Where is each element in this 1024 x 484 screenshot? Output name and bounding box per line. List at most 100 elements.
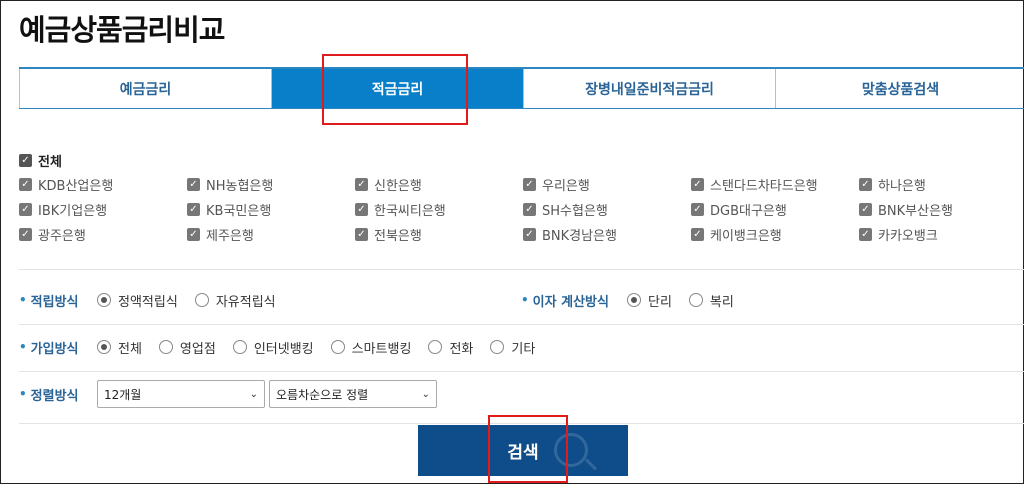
bank-checkbox[interactable]: ✓ BNK경남은행: [523, 224, 691, 244]
bank-checkbox[interactable]: ✓ DGB대구은행: [691, 199, 859, 219]
radio-icon: [232, 340, 247, 354]
radio-icon: [194, 293, 209, 307]
highlight-box-tab: [322, 54, 468, 125]
bank-checkbox[interactable]: ✓ 하나은행: [859, 174, 1024, 194]
bullet-icon: •: [521, 293, 529, 307]
bank-checkbox[interactable]: ✓ 스탠다드차타드은행: [691, 174, 859, 194]
radio-simple-interest[interactable]: 단리: [627, 291, 672, 310]
checkbox-icon: ✓: [859, 227, 872, 241]
bank-label: 전북은행: [374, 228, 422, 244]
radio-icon: [97, 340, 111, 354]
divider: [19, 371, 1024, 372]
divider: [19, 269, 1024, 270]
checkbox-icon: ✓: [691, 177, 704, 191]
bullet-icon: •: [19, 340, 27, 354]
radio-icon: [158, 340, 173, 354]
radio-icon: [688, 293, 703, 307]
bank-checkbox[interactable]: ✓ 전북은행: [355, 224, 523, 244]
checkbox-icon: ✓: [355, 177, 368, 191]
checkbox-icon: ✓: [187, 202, 200, 216]
bank-label: NH농협은행: [206, 178, 274, 194]
radio-compound-interest[interactable]: 복리: [688, 291, 734, 310]
checkbox-icon: ✓: [691, 202, 704, 216]
interest-method-label: • 이자 계산방식: [521, 293, 609, 310]
bank-checkbox[interactable]: ✓ KDB산업은행: [19, 174, 187, 194]
checkbox-icon: ✓: [19, 202, 32, 216]
radio-fixed-savings[interactable]: 정액적립식: [97, 291, 178, 310]
tab-bar: 예금금리 적금금리 장병내일준비적금금리 맞춤상품검색: [19, 67, 1024, 109]
bullet-icon: •: [19, 387, 27, 401]
page-title: 예금상품금리비교: [19, 13, 225, 47]
checkbox-icon: ✓: [187, 177, 200, 191]
checkbox-icon: ✓: [691, 227, 704, 241]
bank-label: KDB산업은행: [38, 178, 114, 194]
tab-custom-product-search[interactable]: 맞춤상품검색: [775, 69, 1024, 108]
bank-label: 카카오뱅크: [878, 228, 938, 244]
interest-method-row: • 이자 계산방식 단리 복리: [521, 288, 751, 312]
bank-label: 신한은행: [374, 178, 422, 194]
sort-method-label: • 정렬방식: [19, 387, 79, 404]
bank-label: IBK기업은행: [38, 203, 108, 219]
bank-label: BNK부산은행: [878, 203, 954, 219]
checkbox-icon: ✓: [523, 177, 536, 191]
sort-method-row: • 정렬방식 12개월 ⌄ 오름차순으로 정렬 ⌄: [19, 379, 441, 409]
radio-join-other[interactable]: 기타: [490, 338, 535, 357]
bank-checkbox[interactable]: ✓ IBK기업은행: [19, 199, 187, 219]
radio-join-branch[interactable]: 영업점: [158, 338, 216, 357]
bank-filter: ✓ 전체 ✓ KDB산업은행 ✓ NH농협은행 ✓ 신한은행 ✓ 우리은행 ✓ 스탠다드차타드은행…: [19, 149, 1024, 244]
bank-label: 한국씨티은행: [374, 203, 446, 219]
checkbox-icon: ✓: [19, 227, 32, 241]
chevron-down-icon: ⌄: [249, 388, 258, 400]
bank-checkbox[interactable]: ✓ 카카오뱅크: [859, 224, 1024, 244]
checkbox-icon: ✓: [19, 153, 32, 167]
bank-label: BNK경남은행: [542, 228, 618, 244]
bank-label: 광주은행: [38, 228, 86, 244]
checkbox-icon: ✓: [523, 227, 536, 241]
bank-grid: ✓ KDB산업은행 ✓ NH농협은행 ✓ 신한은행 ✓ 우리은행 ✓ 스탠다드차타드은행 ✓ 하나은행…: [19, 174, 1024, 244]
highlight-box-search: [488, 415, 568, 483]
bank-checkbox[interactable]: ✓ BNK부산은행: [859, 199, 1024, 219]
bank-checkbox[interactable]: ✓ 케이뱅크은행: [691, 224, 859, 244]
check-all-label: 전체: [38, 154, 62, 170]
bank-label: KB국민은행: [206, 203, 272, 219]
bank-checkbox[interactable]: ✓ SH수협은행: [523, 199, 691, 219]
radio-join-internet[interactable]: 인터넷뱅킹: [232, 338, 314, 357]
radio-icon: [627, 293, 641, 307]
tab-soldier-savings-rate[interactable]: 장병내일준비적금금리: [523, 69, 775, 108]
checkbox-icon: ✓: [355, 202, 368, 216]
savings-method-row: • 적립방식 정액적립식 자유적립식: [19, 288, 293, 312]
join-method-row: • 가입방식 전체 영업점 인터넷뱅킹 스마트뱅킹 전화 기타: [19, 335, 552, 359]
bank-checkbox[interactable]: ✓ 우리은행: [523, 174, 691, 194]
order-select[interactable]: 오름차순으로 정렬 ⌄: [269, 380, 437, 408]
bank-checkbox[interactable]: ✓ NH농협은행: [187, 174, 355, 194]
radio-join-all[interactable]: 전체: [97, 338, 142, 357]
savings-method-label: • 적립방식: [19, 293, 79, 310]
bank-label: SH수협은행: [542, 203, 608, 219]
magnifier-handle: [584, 458, 598, 471]
radio-icon: [490, 340, 505, 354]
bank-label: 제주은행: [206, 228, 254, 244]
checkbox-icon: ✓: [187, 227, 200, 241]
bank-checkbox[interactable]: ✓ 신한은행: [355, 174, 523, 194]
radio-icon: [330, 340, 345, 354]
radio-join-phone[interactable]: 전화: [428, 338, 473, 357]
radio-join-smart[interactable]: 스마트뱅킹: [330, 338, 411, 357]
join-method-label: • 가입방식: [19, 340, 79, 357]
bank-checkbox[interactable]: ✓ 광주은행: [19, 224, 187, 244]
divider: [19, 324, 1024, 325]
radio-icon: [428, 340, 443, 354]
bank-checkbox[interactable]: ✓ 제주은행: [187, 224, 355, 244]
bank-checkbox[interactable]: ✓ KB국민은행: [187, 199, 355, 219]
checkbox-icon: ✓: [523, 202, 536, 216]
check-all-banks[interactable]: ✓ 전체: [19, 149, 1024, 171]
checkbox-icon: ✓: [355, 227, 368, 241]
radio-icon: [97, 293, 111, 307]
bank-label: DGB대구은행: [710, 203, 787, 219]
checkbox-icon: ✓: [19, 177, 32, 191]
bank-label: 스탠다드차타드은행: [710, 178, 818, 194]
bullet-icon: •: [19, 293, 27, 307]
radio-free-savings[interactable]: 자유적립식: [194, 291, 276, 310]
tab-deposit-rate[interactable]: 예금금리: [19, 69, 271, 108]
bank-checkbox[interactable]: ✓ 한국씨티은행: [355, 199, 523, 219]
period-select[interactable]: 12개월 ⌄: [97, 380, 265, 408]
